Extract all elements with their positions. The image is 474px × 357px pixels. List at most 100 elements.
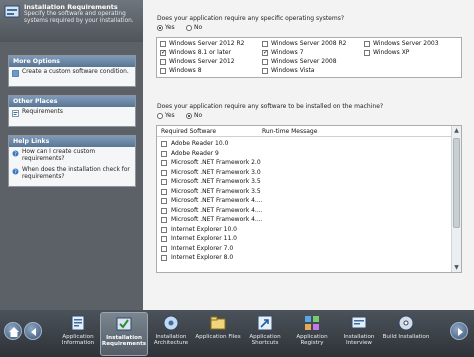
help-link-custom-requirements-label: How can I create custom requirements? <box>22 149 96 162</box>
help-link-installation-check[interactable]: ? When does the installation check for r… <box>9 165 135 183</box>
table-row[interactable]: Microsoft .NET Framework 4.... <box>161 207 263 214</box>
wizard-taskbar: Application Information Installation Req… <box>0 310 474 357</box>
application-files-icon <box>210 316 226 330</box>
os-item[interactable]: Windows Server 2012 <box>160 58 235 65</box>
table-row[interactable]: Adobe Reader 10.0 <box>161 140 228 147</box>
table-row[interactable]: Internet Explorer 10.0 <box>161 226 237 233</box>
step-label: Build Installation <box>382 334 430 340</box>
sw-yes-radio[interactable]: Yes <box>157 112 175 119</box>
os-yes-radio[interactable]: Yes <box>157 24 175 31</box>
os-item[interactable]: Windows Vista <box>262 67 315 74</box>
checkbox[interactable] <box>161 254 167 261</box>
os-item[interactable]: Windows Server 2003 <box>364 40 439 47</box>
software-name: Microsoft .NET Framework 4.... <box>171 207 263 214</box>
checkbox[interactable] <box>364 49 370 56</box>
scroll-up-icon[interactable]: ▲ <box>452 126 461 135</box>
checkbox[interactable] <box>161 207 167 214</box>
required-software-column[interactable]: Required Software <box>161 128 216 135</box>
step-installation-interview[interactable]: Installation Interview <box>335 312 383 356</box>
checkbox[interactable] <box>161 245 167 252</box>
table-row[interactable]: Microsoft .NET Framework 3.5 <box>161 188 261 195</box>
table-row[interactable]: Internet Explorer 7.0 <box>161 245 233 252</box>
checkbox[interactable] <box>161 159 167 166</box>
sw-yes-label: Yes <box>165 112 175 119</box>
os-item[interactable]: Windows XP <box>364 49 409 56</box>
checkbox[interactable] <box>262 67 268 74</box>
checkbox[interactable] <box>161 178 167 185</box>
other-places-panel: Other Places Requirements <box>8 95 136 127</box>
step-application-files[interactable]: Application Files <box>194 312 242 356</box>
software-name: Internet Explorer 8.0 <box>171 254 234 261</box>
os-item[interactable]: Windows Server 2012 R2 <box>160 40 244 47</box>
sw-no-radio[interactable]: No <box>186 112 202 119</box>
os-label: Windows XP <box>373 49 410 56</box>
scroll-down-icon[interactable]: ▼ <box>452 263 461 272</box>
os-label: Windows 7 <box>271 49 304 56</box>
os-label: Windows Vista <box>271 67 315 74</box>
os-no-radio[interactable]: No <box>186 24 202 31</box>
step-installation-requirements[interactable]: Installation Requirements <box>100 312 148 356</box>
os-item[interactable]: ✓ Windows 7 <box>262 49 304 56</box>
software-name: Microsoft .NET Framework 4.... <box>171 197 263 204</box>
installation-interview-icon <box>351 316 367 329</box>
back-button[interactable] <box>24 322 42 340</box>
checkbox[interactable] <box>161 188 167 195</box>
help-links-panel: Help Links ? How can I create custom req… <box>8 135 136 187</box>
help-icon: ? <box>12 150 19 157</box>
checkbox[interactable] <box>262 40 268 47</box>
more-options-panel: More Options Create a custom software co… <box>8 55 136 87</box>
table-row[interactable]: Microsoft .NET Framework 3.0 <box>161 169 261 176</box>
checkbox[interactable] <box>161 150 167 157</box>
create-custom-condition-link[interactable]: Create a custom software condition. <box>9 67 135 78</box>
page-header: Installation Requirements Specify the so… <box>0 0 143 42</box>
checkbox[interactable] <box>161 235 167 242</box>
radio-selected-icon <box>186 112 192 119</box>
next-button[interactable] <box>450 322 468 340</box>
checkbox-checked[interactable]: ✓ <box>160 49 166 56</box>
checkbox[interactable] <box>262 58 268 65</box>
requirements-link[interactable]: Requirements <box>9 107 135 118</box>
checkbox[interactable] <box>160 67 166 74</box>
os-item[interactable]: ✓ Windows 8.1 or later <box>160 49 231 56</box>
help-icon: ? <box>12 168 19 175</box>
checkbox[interactable] <box>160 58 166 65</box>
checkbox[interactable] <box>364 40 370 47</box>
os-item[interactable]: Windows Server 2008 R2 <box>262 40 346 47</box>
checkbox[interactable] <box>161 140 167 147</box>
step-build-installation[interactable]: Build Installation <box>382 312 430 356</box>
table-row[interactable]: Internet Explorer 11.0 <box>161 235 237 242</box>
checkbox[interactable] <box>160 40 166 47</box>
table-row[interactable]: Microsoft .NET Framework 2.0 <box>161 159 261 166</box>
condition-icon <box>12 70 19 77</box>
table-row[interactable]: Microsoft .NET Framework 3.5 <box>161 178 261 185</box>
table-row[interactable]: Microsoft .NET Framework 4.... <box>161 197 263 204</box>
step-installation-architecture[interactable]: Installation Architecture <box>147 312 195 356</box>
checkbox[interactable] <box>161 226 167 233</box>
checkbox[interactable] <box>161 197 167 204</box>
table-row[interactable]: Adobe Reader 9 <box>161 150 219 157</box>
vertical-scrollbar[interactable]: ▲ ▼ <box>451 126 461 272</box>
help-link-installation-check-label: When does the installation check for req… <box>22 167 130 180</box>
checkbox[interactable] <box>161 169 167 176</box>
svg-text:?: ? <box>14 151 17 157</box>
step-label: Application Shortcuts <box>249 334 281 347</box>
software-name: Microsoft .NET Framework 3.0 <box>171 169 261 176</box>
os-item[interactable]: Windows Server 2008 <box>262 58 337 65</box>
runtime-message-column[interactable]: Run-time Message <box>262 128 317 135</box>
table-row[interactable]: Microsoft .NET Framework 4.... <box>161 216 263 223</box>
table-row[interactable]: Internet Explorer 8.0 <box>161 254 233 261</box>
os-label: Windows 8.1 or later <box>169 49 232 56</box>
step-application-information[interactable]: Application Information <box>54 312 102 356</box>
help-link-custom-requirements[interactable]: ? How can I create custom requirements? <box>9 147 135 165</box>
step-application-registry[interactable]: Application Registry <box>288 312 336 356</box>
checkbox-checked[interactable]: ✓ <box>262 49 268 56</box>
scrollbar-thumb[interactable] <box>453 138 460 228</box>
step-application-shortcuts[interactable]: Application Shortcuts <box>241 312 289 356</box>
os-item[interactable]: Windows 8 <box>160 67 202 74</box>
radio-selected-icon <box>157 24 163 31</box>
application-registry-icon <box>305 316 319 330</box>
step-label: Installation Requirements <box>101 335 147 348</box>
software-name: Internet Explorer 10.0 <box>171 226 237 233</box>
home-button[interactable] <box>4 322 22 340</box>
checkbox[interactable] <box>161 216 167 223</box>
